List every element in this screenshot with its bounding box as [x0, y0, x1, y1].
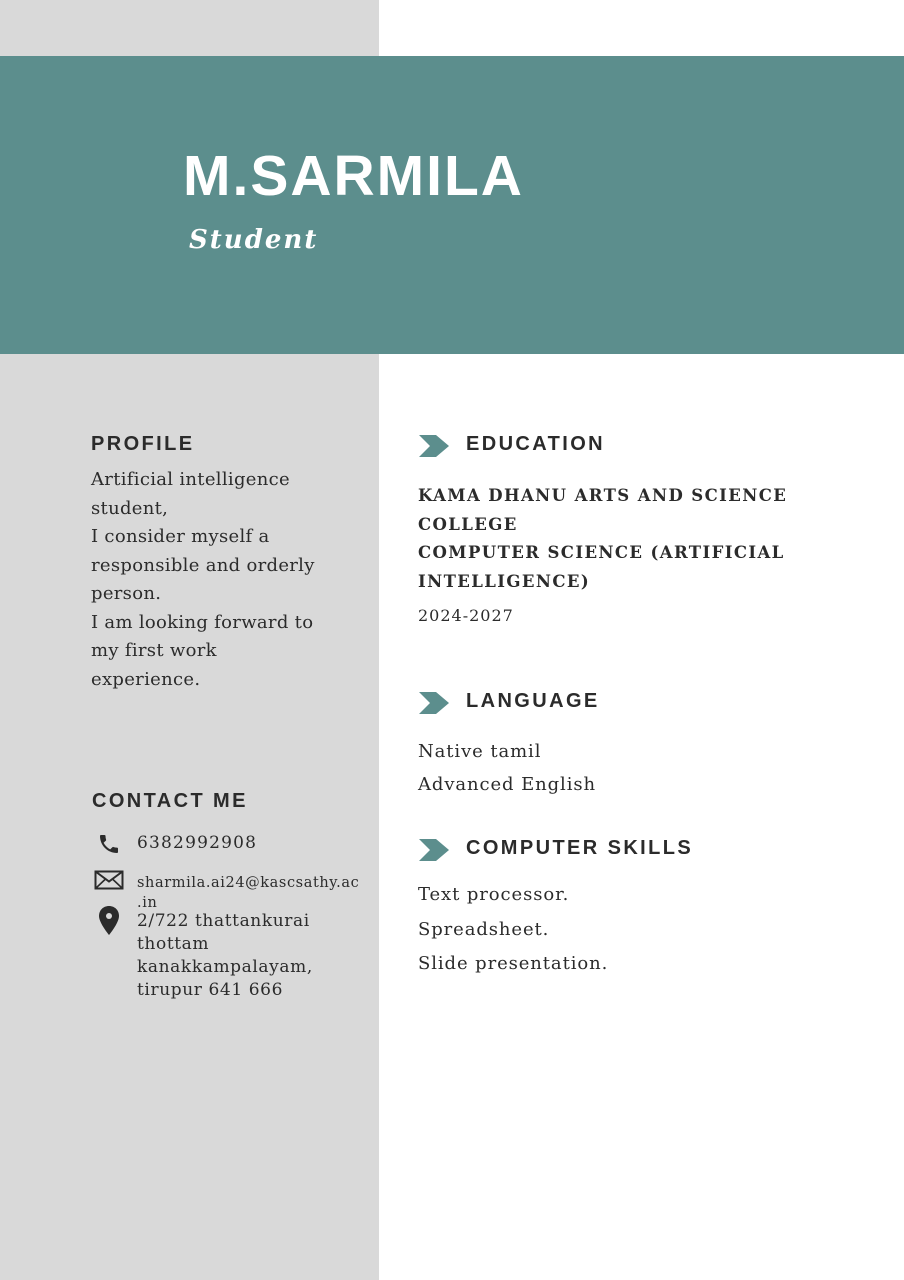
phone-icon	[92, 832, 126, 856]
list-item: Spreadsheet.	[418, 918, 550, 940]
contact-phone[interactable]: 6382992908	[137, 833, 257, 853]
list-item: Advanced English	[418, 773, 596, 795]
profile-text: Artificial intelligence student, I consi…	[91, 469, 315, 690]
list-item: Slide presentation.	[418, 953, 609, 974]
profile-heading: PROFILE	[91, 433, 195, 455]
envelope-icon	[92, 870, 126, 890]
education-school: KAMA DHANU ARTS AND SCIENCE COLLEGE COMP…	[418, 482, 838, 596]
education-program: COMPUTER SCIENCE (ARTIFICIAL INTELLIGENC…	[418, 543, 785, 591]
contact-heading: CONTACT ME	[92, 790, 248, 812]
education-years: 2024-2027	[418, 606, 514, 625]
contact-email[interactable]: sharmila.ai24@kascsathy.ac .in	[137, 873, 377, 913]
language-heading: LANGUAGE	[466, 690, 600, 712]
computer-skills-heading: COMPUTER SKILLS	[466, 837, 694, 859]
language-list: Native tamil Advanced English	[418, 736, 596, 801]
list-item: Native tamil	[418, 741, 542, 762]
computer-skills-list: Text processor. Spreadsheet. Slide prese…	[418, 878, 608, 982]
contact-address: 2/722 thattankurai thottam kanakkampalay…	[137, 911, 313, 1000]
chevron-right-icon	[419, 692, 449, 714]
candidate-role: Student	[189, 225, 319, 255]
list-item: Text processor.	[418, 884, 570, 905]
chevron-right-icon	[419, 839, 449, 861]
map-pin-icon	[92, 906, 126, 936]
candidate-name: M.SARMILA	[183, 144, 524, 208]
education-school-name: KAMA DHANU ARTS AND SCIENCE COLLEGE	[418, 486, 788, 534]
chevron-right-icon	[419, 435, 449, 457]
education-heading: EDUCATION	[466, 433, 606, 455]
